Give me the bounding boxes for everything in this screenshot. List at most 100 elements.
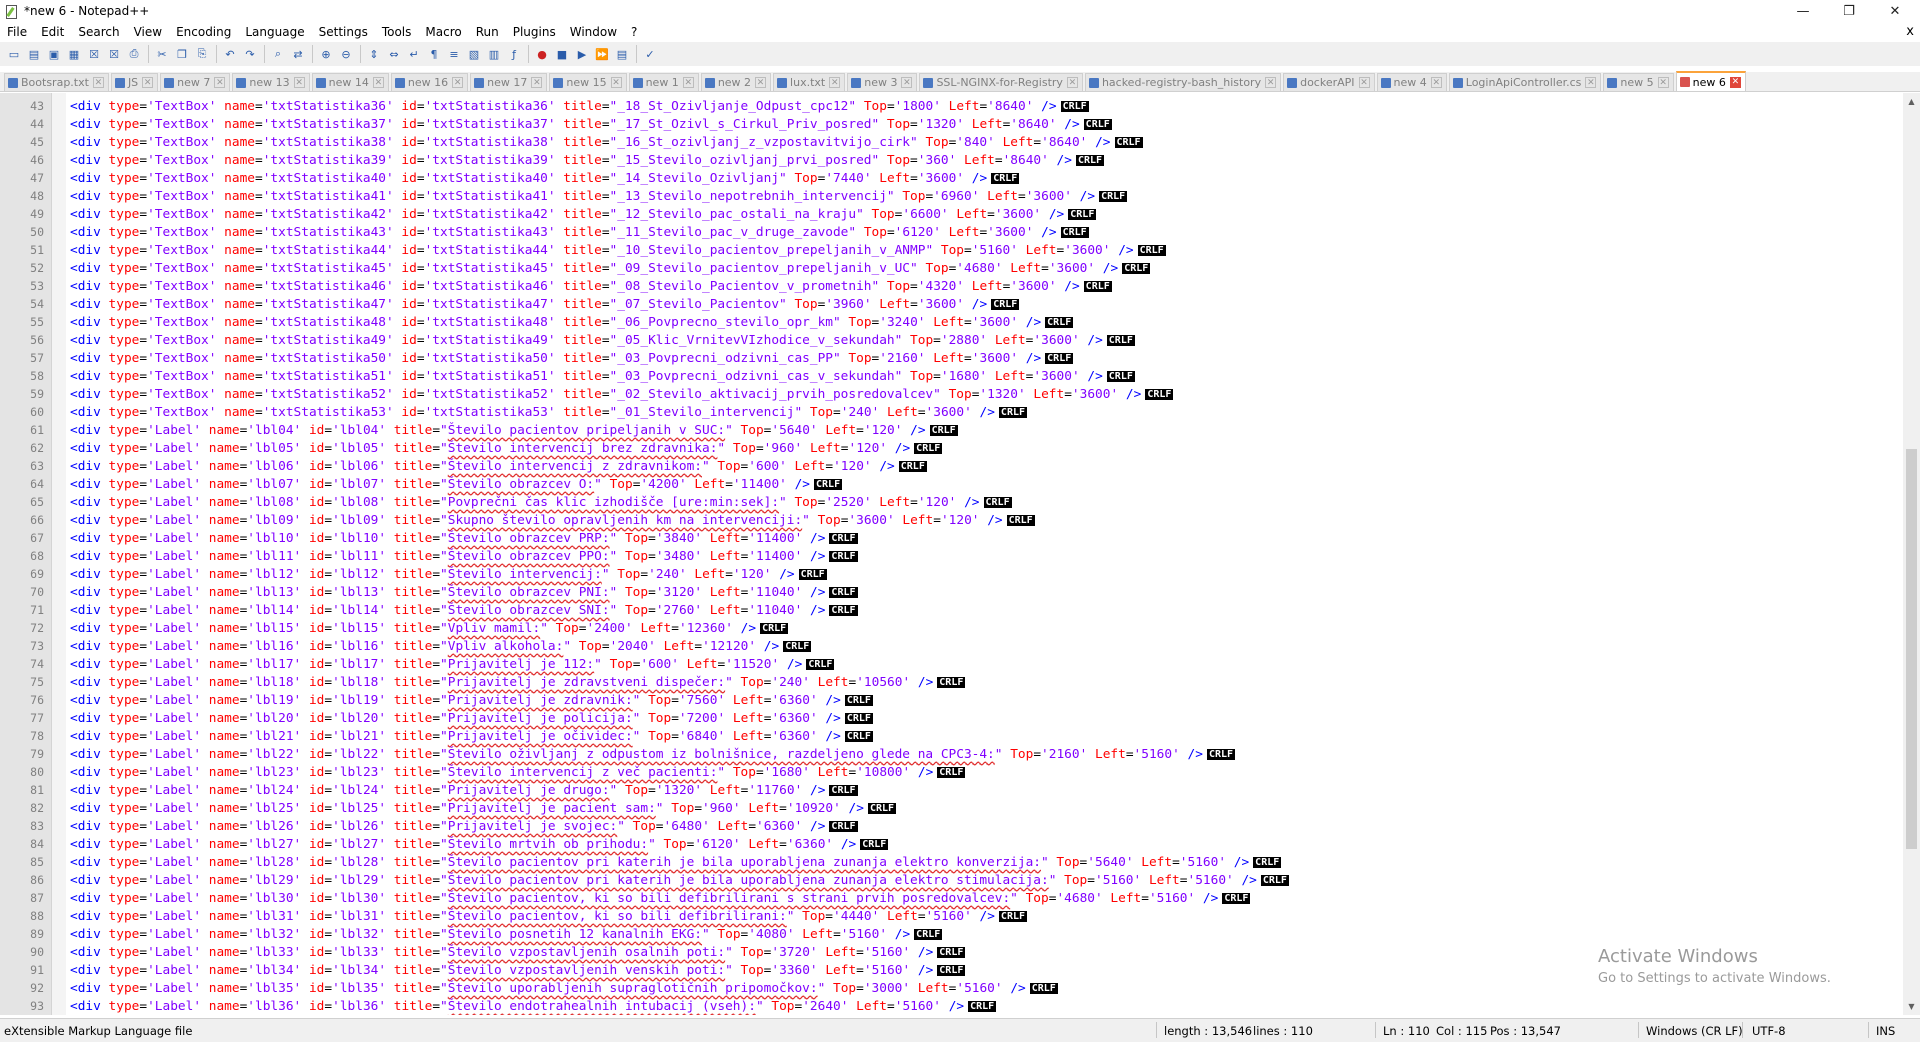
code-line[interactable]: 66 <div type = ' Label ' name = ' lbl09 ' id = ' lbl… [0, 511, 1895, 529]
code-line[interactable]: 54 <div type = ' TextBox ' name = ' txtStatistik… [0, 295, 1895, 313]
tab-new-13[interactable]: new 13 ✕ [232, 73, 310, 91]
tab-new-1[interactable]: new 1 ✕ [628, 73, 699, 91]
print-icon[interactable]: ⎙ [126, 46, 142, 62]
code-line[interactable]: 76 <div type = ' Label ' name = ' lbl19 ' id = ' lbl… [0, 691, 1895, 709]
replace-icon[interactable]: ⇄ [290, 46, 306, 62]
doc-map-icon[interactable]: ▥ [486, 46, 502, 62]
tab-close-icon[interactable]: ✕ [142, 77, 154, 88]
cut-icon[interactable]: ✂ [154, 46, 170, 62]
code-line[interactable]: 69 <div type = ' Label ' name = ' lbl12 ' id = ' lbl… [0, 565, 1895, 583]
vertical-scrollbar[interactable]: ▲ ▼ [1903, 93, 1920, 1015]
menu-item-view[interactable]: View [127, 25, 169, 39]
word-wrap-icon[interactable]: ↵ [406, 46, 422, 62]
tab-new-4[interactable]: new 4 ✕ [1376, 73, 1447, 91]
code-line[interactable]: 44 <div type = ' TextBox ' name = ' txtStatistik… [0, 115, 1895, 133]
status-encoding[interactable]: UTF-8 [1752, 1024, 1786, 1038]
code-line[interactable]: 68 <div type = ' Label ' name = ' lbl11 ' id = ' lbl… [0, 547, 1895, 565]
save-macro-icon[interactable]: ▤ [614, 46, 630, 62]
menu-item-run[interactable]: Run [469, 25, 506, 39]
tab-new-7[interactable]: new 7 ✕ [160, 73, 231, 91]
udl-icon[interactable]: ▧ [466, 46, 482, 62]
code-line[interactable]: 93 <div type = ' Label ' name = ' lbl36 ' id = ' lbl… [0, 997, 1895, 1015]
indent-guide-icon[interactable]: ≡ [446, 46, 462, 62]
copy-icon[interactable]: ❐ [174, 46, 190, 62]
tab-ssl-nginx-for-registry[interactable]: SSL-NGINX-for-Registry ✕ [919, 73, 1083, 91]
code-line[interactable]: 78 <div type = ' Label ' name = ' lbl21 ' id = ' lbl… [0, 727, 1895, 745]
code-line[interactable]: 65 <div type = ' Label ' name = ' lbl08 ' id = ' lbl… [0, 493, 1895, 511]
stop-record-icon[interactable]: ■ [554, 46, 570, 62]
tab-close-icon[interactable]: ✕ [452, 77, 464, 88]
open-file-icon[interactable]: ▤ [26, 46, 42, 62]
code-line[interactable]: 45 <div type = ' TextBox ' name = ' txtStatistik… [0, 133, 1895, 151]
code-line[interactable]: 87 <div type = ' Label ' name = ' lbl30 ' id = ' lbl… [0, 889, 1895, 907]
code-line[interactable]: 79 <div type = ' Label ' name = ' lbl22 ' id = ' lbl… [0, 745, 1895, 763]
code-line[interactable]: 46 <div type = ' TextBox ' name = ' txtStatistik… [0, 151, 1895, 169]
code-line[interactable]: 49 <div type = ' TextBox ' name = ' txtStatistik… [0, 205, 1895, 223]
code-line[interactable]: 72 <div type = ' Label ' name = ' lbl15 ' id = ' lbl… [0, 619, 1895, 637]
code-line[interactable]: 75 <div type = ' Label ' name = ' lbl18 ' id = ' lbl… [0, 673, 1895, 691]
code-line[interactable]: 71 <div type = ' Label ' name = ' lbl14 ' id = ' lbl… [0, 601, 1895, 619]
menu-item-search[interactable]: Search [71, 25, 126, 39]
close-document-icon[interactable]: x [1906, 24, 1914, 39]
undo-icon[interactable]: ↶ [222, 46, 238, 62]
code-line[interactable]: 67 <div type = ' Label ' name = ' lbl10 ' id = ' lbl… [0, 529, 1895, 547]
tab-new-17[interactable]: new 17 ✕ [470, 73, 548, 91]
tab-close-icon[interactable]: ✕ [901, 77, 913, 88]
code-line[interactable]: 50 <div type = ' TextBox ' name = ' txtStatistik… [0, 223, 1895, 241]
tab-new-14[interactable]: new 14 ✕ [311, 73, 389, 91]
tab-close-icon[interactable]: ✕ [682, 77, 694, 88]
code-line[interactable]: 77 <div type = ' Label ' name = ' lbl20 ' id = ' lbl… [0, 709, 1895, 727]
menu-item-[interactable]: ? [624, 25, 644, 39]
code-line[interactable]: 60 <div type = ' TextBox ' name = ' txtStatistik… [0, 403, 1895, 421]
code-line[interactable]: 64 <div type = ' Label ' name = ' lbl07 ' id = ' lbl… [0, 475, 1895, 493]
tab-close-icon[interactable]: ✕ [1358, 77, 1370, 88]
code-line[interactable]: 88 <div type = ' Label ' name = ' lbl31 ' id = ' lbl… [0, 907, 1895, 925]
close-icon[interactable]: ✕ [1872, 0, 1918, 22]
new-file-icon[interactable]: ▭ [6, 46, 22, 62]
spellcheck-icon[interactable]: ✓ [642, 46, 658, 62]
scroll-down-icon[interactable]: ▼ [1903, 998, 1920, 1015]
code-line[interactable]: 85 <div type = ' Label ' name = ' lbl28 ' id = ' lbl… [0, 853, 1895, 871]
code-line[interactable]: 86 <div type = ' Label ' name = ' lbl29 ' id = ' lbl… [0, 871, 1895, 889]
sync-h-icon[interactable]: ⇔ [386, 46, 402, 62]
code-line[interactable]: 84 <div type = ' Label ' name = ' lbl27 ' id = ' lbl… [0, 835, 1895, 853]
menu-item-settings[interactable]: Settings [312, 25, 375, 39]
save-all-icon[interactable]: ▦ [66, 46, 82, 62]
redo-icon[interactable]: ↷ [242, 46, 258, 62]
tab-bootsrap-txt[interactable]: Bootsrap.txt ✕ [4, 73, 109, 91]
tab-lux-txt[interactable]: lux.txt ✕ [773, 73, 846, 91]
code-line[interactable]: 74 <div type = ' Label ' name = ' lbl17 ' id = ' lbl… [0, 655, 1895, 673]
code-line[interactable]: 70 <div type = ' Label ' name = ' lbl13 ' id = ' lbl… [0, 583, 1895, 601]
tab-hacked-registry-bash-history[interactable]: hacked-registry-bash_history ✕ [1084, 73, 1282, 91]
code-line[interactable]: 48 <div type = ' TextBox ' name = ' txtStatistik… [0, 187, 1895, 205]
close-icon[interactable]: ☒ [86, 46, 102, 62]
show-all-chars-icon[interactable]: ¶ [426, 46, 442, 62]
menu-item-macro[interactable]: Macro [418, 25, 468, 39]
code-line[interactable]: 59 <div type = ' TextBox ' name = ' txtStatistik… [0, 385, 1895, 403]
code-line[interactable]: 55 <div type = ' TextBox ' name = ' txtStatistik… [0, 313, 1895, 331]
editor[interactable]: 43 <div type = ' TextBox ' name = ' txtStatistik… [0, 93, 1920, 1015]
play-macro-icon[interactable]: ▶ [574, 46, 590, 62]
menu-item-edit[interactable]: Edit [34, 25, 71, 39]
run-macro-multiple-icon[interactable]: ⏩ [594, 46, 610, 62]
tab-close-icon[interactable]: ✕ [610, 77, 622, 88]
code-line[interactable]: 58 <div type = ' TextBox ' name = ' txtStatistik… [0, 367, 1895, 385]
save-icon[interactable]: ▣ [46, 46, 62, 62]
code-line[interactable]: 62 <div type = ' Label ' name = ' lbl05 ' id = ' lbl… [0, 439, 1895, 457]
minimize-icon[interactable]: — [1780, 0, 1826, 22]
tab-close-icon[interactable]: ✕ [1265, 77, 1277, 88]
code-line[interactable]: 47 <div type = ' TextBox ' name = ' txtStatistik… [0, 169, 1895, 187]
tab-close-icon[interactable]: ✕ [1430, 77, 1442, 88]
maximize-icon[interactable]: ❐ [1826, 0, 1872, 22]
code-line[interactable]: 83 <div type = ' Label ' name = ' lbl26 ' id = ' lbl… [0, 817, 1895, 835]
code-line[interactable]: 56 <div type = ' TextBox ' name = ' txtStatistik… [0, 331, 1895, 349]
code-line[interactable]: 73 <div type = ' Label ' name = ' lbl16 ' id = ' lbl… [0, 637, 1895, 655]
paste-icon[interactable]: ⎘ [194, 46, 210, 62]
code-line[interactable]: 43 <div type = ' TextBox ' name = ' txtStatistik… [0, 97, 1895, 115]
code-line[interactable]: 51 <div type = ' TextBox ' name = ' txtStatistik… [0, 241, 1895, 259]
code-line[interactable]: 82 <div type = ' Label ' name = ' lbl25 ' id = ' lbl… [0, 799, 1895, 817]
function-list-icon[interactable]: ƒ [506, 46, 522, 62]
menu-item-encoding[interactable]: Encoding [169, 25, 238, 39]
record-macro-icon[interactable]: ● [534, 46, 550, 62]
code-line[interactable]: 80 <div type = ' Label ' name = ' lbl23 ' id = ' lbl… [0, 763, 1895, 781]
